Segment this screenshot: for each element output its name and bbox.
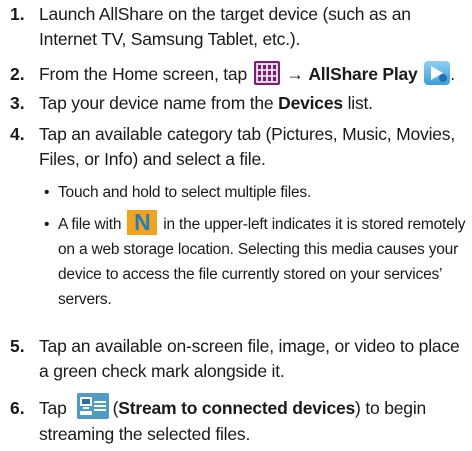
- allshare-play-icon: [424, 61, 451, 86]
- stream-to-devices-icon: [76, 393, 109, 420]
- step-text: Tap an available on-screen file, image, …: [39, 336, 460, 381]
- step-text: From the Home screen, tap → AllShare Pla…: [39, 61, 469, 87]
- step-number: 6.: [10, 398, 25, 418]
- step-text: Tap an available category tab (Pictures,…: [39, 124, 455, 169]
- step-text: Tap your device name from the Devices li…: [39, 93, 373, 113]
- step-number: 2.: [10, 64, 25, 84]
- step-text: Launch AllShare on the target device (su…: [39, 4, 411, 49]
- bullet-dot: •: [44, 216, 50, 233]
- bullet-text: Touch and hold to select multiple files.: [58, 184, 312, 201]
- step-number: 3.: [10, 93, 25, 113]
- arrow: →: [286, 64, 304, 84]
- stream-label: Stream to connected devices: [118, 398, 356, 418]
- allshare-play-label: AllShare Play: [308, 64, 418, 84]
- remote-storage-n-icon: N: [127, 210, 158, 236]
- step-number: 5.: [10, 336, 25, 356]
- bullet-text: A file with Nin the upper-left indicates …: [58, 209, 466, 309]
- step-number: 4.: [10, 124, 25, 144]
- bullet-dot: •: [44, 184, 50, 201]
- devices-label: Devices: [278, 93, 343, 113]
- instruction-page: 1. Launch AllShare on the target device …: [0, 0, 472, 451]
- step-text: Tap (Stream to connected devices) to beg…: [39, 393, 469, 447]
- step-number: 1.: [10, 4, 25, 24]
- apps-grid-icon: [253, 61, 280, 86]
